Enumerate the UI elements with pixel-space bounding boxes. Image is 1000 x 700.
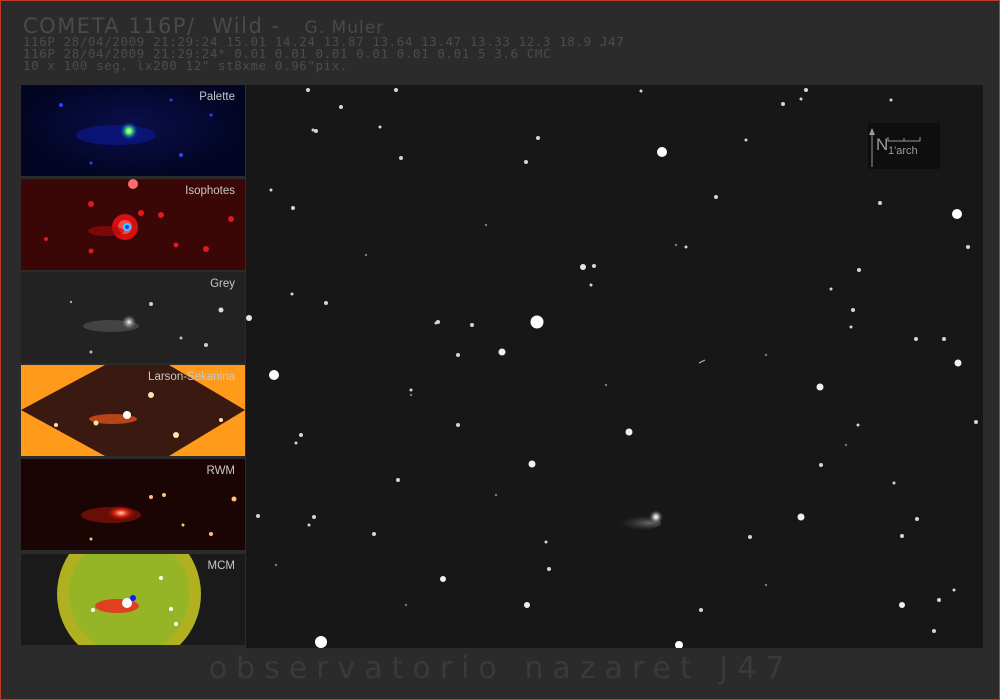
scale-bar: N 1'arch [868, 123, 940, 169]
panel-label-mcm: MCM [207, 560, 235, 572]
main-starfield-image: N 1'arch [246, 85, 983, 648]
scale-bar-label: 1'arch [888, 145, 918, 157]
image-frame: COMETA 116P/ Wild - G. Muler 116P 28/04/2… [0, 0, 1000, 700]
panel-mcm: MCM [21, 554, 245, 645]
panel-isophotes: Isophotes [21, 179, 245, 270]
panel-label-grey: Grey [210, 278, 235, 290]
panel-larson-sekanina: Larson-Sekanina [21, 365, 245, 456]
panel-palette: Palette [21, 85, 245, 176]
panel-label-larson-sekanina: Larson-Sekanina [148, 371, 235, 383]
panel-label-rwm: RWM [206, 465, 235, 477]
panel-grey: Grey [21, 272, 245, 363]
panel-rwm: RWM [21, 459, 245, 550]
panel-label-palette: Palette [199, 91, 235, 103]
starfield [246, 88, 978, 648]
header-line-3: 10 x 100 seg. lx200 12" st8xme 0.96"pix. [23, 58, 349, 73]
observatory-footer: observatorio nazaret J47 [208, 651, 794, 686]
panel-label-isophotes: Isophotes [185, 185, 235, 197]
north-indicator: N [876, 135, 889, 154]
